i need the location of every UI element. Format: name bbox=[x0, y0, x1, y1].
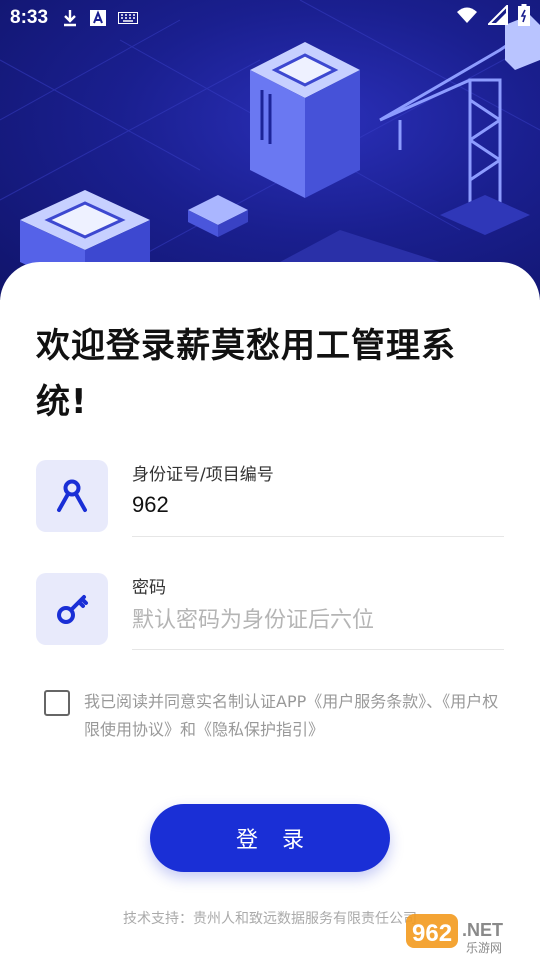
password-input[interactable] bbox=[132, 603, 502, 637]
agreement-row: 我已阅读并同意实名制认证APP《用户服务条款》、《用户权限使用协议》和《隐私保护… bbox=[44, 688, 504, 744]
svg-text:.NET: .NET bbox=[462, 920, 503, 940]
battery-icon bbox=[518, 4, 530, 32]
hero-illustration bbox=[0, 0, 540, 300]
download-icon bbox=[62, 9, 78, 27]
password-field-underline bbox=[132, 649, 504, 650]
svg-text:962: 962 bbox=[412, 920, 452, 947]
key-icon bbox=[36, 573, 108, 645]
wifi-icon bbox=[456, 6, 478, 30]
welcome-title: 欢迎登录薪莫愁用工管理系统! bbox=[36, 326, 456, 422]
isometric-servers-illustration bbox=[0, 0, 540, 300]
server-tower-graphic bbox=[250, 42, 360, 198]
id-field-group: 身份证号/项目编号 962 bbox=[36, 460, 504, 538]
id-field-input[interactable]: 962 bbox=[132, 492, 169, 518]
id-field-underline bbox=[132, 536, 504, 537]
login-button[interactable]: 登录 bbox=[150, 804, 390, 872]
status-bar: 8:33 bbox=[0, 0, 540, 36]
svg-text:乐游网: 乐游网 bbox=[466, 941, 502, 955]
password-field-group: 密码 bbox=[36, 573, 504, 651]
status-time: 8:33 bbox=[10, 7, 49, 28]
agreement-checkbox[interactable] bbox=[44, 690, 70, 716]
keyboard-icon bbox=[118, 12, 139, 24]
password-field-label: 密码 bbox=[132, 578, 166, 598]
user-icon bbox=[36, 460, 108, 532]
watermark-logo: 962 .NET 乐游网 bbox=[404, 912, 534, 956]
signal-icon bbox=[486, 3, 508, 31]
id-field-label: 身份证号/项目编号 bbox=[132, 465, 274, 485]
agreement-text[interactable]: 我已阅读并同意实名制认证APP《用户服务条款》、《用户权限使用协议》和《隐私保护… bbox=[84, 688, 504, 744]
font-a-icon bbox=[90, 10, 107, 26]
